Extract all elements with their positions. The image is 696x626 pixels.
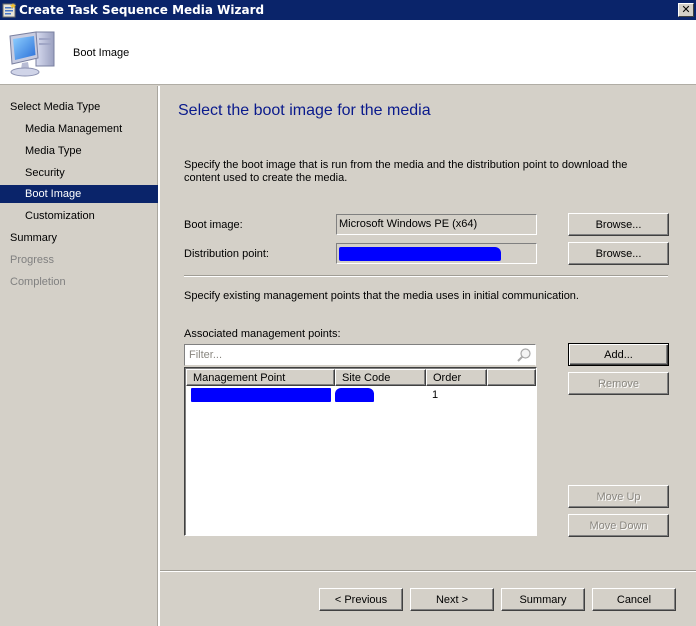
page-description: Specify the boot image that is run from … xyxy=(184,159,628,184)
redacted-management-point xyxy=(191,388,331,402)
redacted-site-code xyxy=(335,388,374,402)
close-icon: ✕ xyxy=(681,3,691,16)
associated-mp-label: Associated management points: xyxy=(184,328,341,340)
add-button[interactable]: Add... xyxy=(568,343,669,366)
nav-item-customization[interactable]: Customization xyxy=(0,207,158,225)
mp-description: Specify existing management points that … xyxy=(184,290,579,302)
nav-item-select-media-type[interactable]: Select Media Type xyxy=(0,98,158,116)
column-header-site-code[interactable]: Site Code xyxy=(335,369,426,386)
distribution-point-label: Distribution point: xyxy=(184,248,269,260)
list-header: Management Point Site Code Order xyxy=(186,369,536,386)
nav-item-media-management[interactable]: Media Management xyxy=(0,120,158,138)
wizard-content: Select the boot image for the media Spec… xyxy=(160,86,696,626)
column-header-filler xyxy=(487,369,536,386)
nav-item-progress: Progress xyxy=(10,254,55,266)
order-cell: 1 xyxy=(432,389,439,401)
distribution-point-field[interactable] xyxy=(336,243,537,264)
boot-image-label: Boot image: xyxy=(184,219,243,231)
browse-boot-image-button[interactable]: Browse... xyxy=(568,213,669,236)
cancel-button[interactable]: Cancel xyxy=(592,588,676,611)
wizard-app-icon xyxy=(2,3,16,18)
footer-separator xyxy=(160,570,696,572)
nav-item-media-type[interactable]: Media Type xyxy=(0,142,158,160)
management-points-list[interactable]: Management Point Site Code Order 1 xyxy=(184,367,537,536)
browse-distribution-point-button[interactable]: Browse... xyxy=(568,242,669,265)
page-title: Select the boot image for the media xyxy=(178,102,431,119)
nav-item-completion: Completion xyxy=(10,276,66,288)
move-up-button: Move Up xyxy=(568,485,669,508)
next-button[interactable]: Next > xyxy=(410,588,494,611)
column-header-management-point[interactable]: Management Point xyxy=(186,369,335,386)
move-down-button: Move Down xyxy=(568,514,669,537)
section-separator xyxy=(184,275,668,277)
table-row[interactable]: 1 xyxy=(186,387,536,403)
redacted-value xyxy=(339,247,501,261)
title-bar: Create Task Sequence Media Wizard ✕ xyxy=(0,0,696,20)
wizard-header: Boot Image xyxy=(0,20,696,85)
previous-button[interactable]: < Previous xyxy=(319,588,403,611)
column-header-order[interactable]: Order xyxy=(426,369,487,386)
computer-icon xyxy=(9,31,55,77)
filter-input[interactable]: Filter... xyxy=(184,344,536,366)
boot-image-field[interactable]: Microsoft Windows PE (x64) xyxy=(336,214,537,235)
nav-item-security[interactable]: Security xyxy=(0,164,158,182)
search-icon[interactable] xyxy=(516,347,532,363)
nav-item-boot-image[interactable]: Boot Image xyxy=(0,185,158,203)
close-button[interactable]: ✕ xyxy=(678,3,694,17)
filter-placeholder: Filter... xyxy=(189,349,223,361)
remove-button: Remove xyxy=(568,372,669,395)
wizard-step-nav: Select Media Type Media Management Media… xyxy=(0,86,158,626)
nav-item-summary[interactable]: Summary xyxy=(0,229,158,247)
summary-button[interactable]: Summary xyxy=(501,588,585,611)
header-title: Boot Image xyxy=(73,47,130,59)
window-title: Create Task Sequence Media Wizard xyxy=(19,3,265,17)
